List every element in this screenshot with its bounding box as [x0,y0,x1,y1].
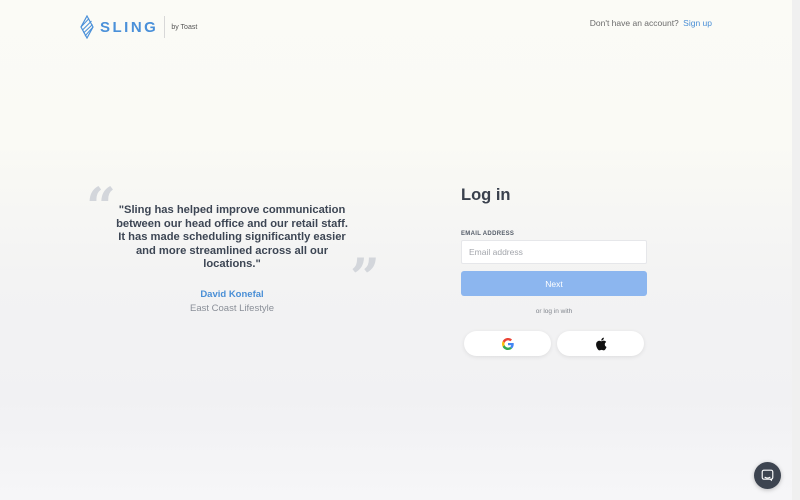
close-quote-icon: ” [350,248,380,309]
sling-logo-mark [80,15,94,39]
apple-icon [595,337,607,350]
login-title: Log in [461,186,511,204]
chat-icon [761,469,774,482]
sling-logo[interactable]: SLING by Toast [80,15,197,39]
google-login-button[interactable] [464,331,551,356]
brand-name: SLING [100,18,159,36]
signup-prompt-area: Don't have an account? Sign up [590,18,712,28]
apple-login-button[interactable] [557,331,644,356]
brand-subtitle: by Toast [171,23,198,31]
logo-divider [164,16,166,38]
testimonial-company: East Coast Lifestyle [190,303,274,314]
alt-login-text: or log in with [535,308,573,315]
signup-link[interactable]: Sign up [683,18,712,28]
signup-prompt-text: Don't have an account? [589,18,679,28]
google-icon [501,337,514,350]
email-input[interactable] [461,240,647,264]
page-scrollbar[interactable] [792,0,800,500]
email-label: EMAIL ADDRESS [461,231,515,237]
testimonial-author: David Konefal [200,289,264,300]
testimonial-quote: "Sling has helped improve communication … [116,204,348,270]
chat-launcher-button[interactable] [754,462,781,489]
next-button[interactable]: Next [461,271,647,296]
